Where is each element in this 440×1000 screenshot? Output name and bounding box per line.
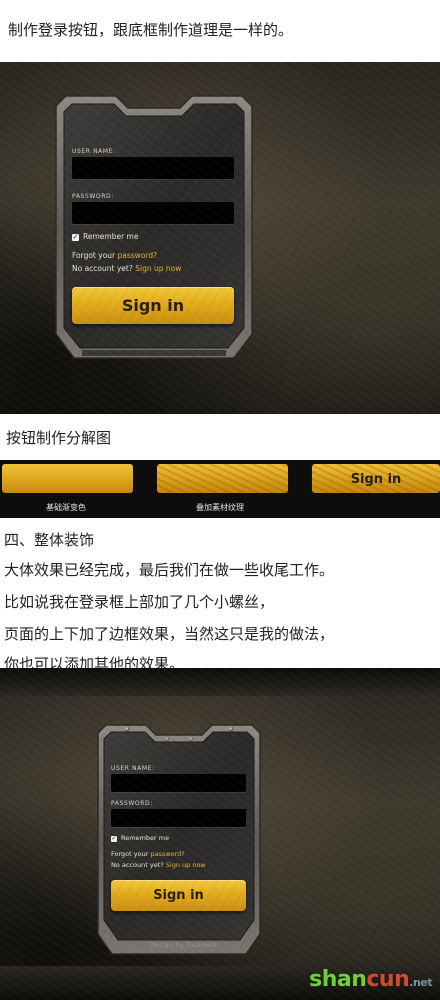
section4-line2: 比如说我在登录框上部加了几个小螺丝， xyxy=(4,593,275,611)
metal-frame-graphic xyxy=(97,724,261,955)
button-breakdown-strip: Sign in 基础渐变色 叠加素材纹理 xyxy=(0,460,440,518)
remember-checkbox[interactable]: ✓ xyxy=(72,234,79,241)
watermark-part2: cun xyxy=(366,967,410,992)
caption-gradient: 基础渐变色 xyxy=(46,503,86,512)
breakdown-title: 按钮制作分解图 xyxy=(6,429,112,447)
no-account-prefix: No account yet? xyxy=(111,861,166,869)
sign-in-button[interactable]: Sign in xyxy=(111,880,246,911)
username-input[interactable] xyxy=(111,774,246,792)
password-label: PASSWORD: xyxy=(111,800,153,807)
sign-in-button[interactable]: Sign in xyxy=(72,287,234,324)
forgot-prefix: Forgot your xyxy=(72,251,118,260)
section4-line1: 大体效果已经完成，最后我们在做一些收尾工作。 xyxy=(4,561,335,579)
forgot-prefix: Forgot your xyxy=(111,850,151,858)
login-preview-2: USER NAME: PASSWORD: ✓ Remember me Forgo… xyxy=(0,668,440,1000)
forgot-line: Forgot your password? xyxy=(111,850,185,858)
gradient-button-step xyxy=(2,464,133,493)
section4-heading: 四、整体装饰 xyxy=(4,531,95,549)
forgot-line: Forgot your password? xyxy=(72,251,157,260)
login-panel-decorated: USER NAME: PASSWORD: ✓ Remember me Forgo… xyxy=(94,720,264,960)
intro-text: 制作登录按钮，跟底框制作道理是一样的。 xyxy=(8,21,294,39)
username-label: USER NAME: xyxy=(72,148,116,155)
username-label: USER NAME: xyxy=(111,765,155,772)
remember-checkbox[interactable]: ✓ xyxy=(111,836,117,842)
signup-line: No account yet? Sign up now xyxy=(72,264,181,273)
password-input[interactable] xyxy=(111,809,246,827)
password-input[interactable] xyxy=(72,202,234,224)
username-input[interactable] xyxy=(72,157,234,179)
sign-up-link[interactable]: Sign up now xyxy=(135,264,181,273)
watermark-part3: .net xyxy=(409,976,432,989)
design-credit: Design by DearSalt xyxy=(149,942,218,949)
login-panel: USER NAME: PASSWORD: ✓ Remember me Forgo… xyxy=(52,90,256,362)
login-preview-1: USER NAME: PASSWORD: ✓ Remember me Forgo… xyxy=(0,62,440,414)
remember-label: Remember me xyxy=(83,232,139,241)
final-button-step: Sign in xyxy=(312,464,440,493)
no-account-prefix: No account yet? xyxy=(72,264,136,273)
signup-line: No account yet? Sign up now xyxy=(111,861,206,869)
forgot-password-link[interactable]: password? xyxy=(118,251,158,260)
caption-texture: 叠加素材纹理 xyxy=(196,503,244,512)
password-label: PASSWORD: xyxy=(72,193,114,200)
remember-label: Remember me xyxy=(121,834,170,842)
section4-line3: 页面的上下加了边框效果，当然这只是我的做法， xyxy=(4,625,335,643)
sign-up-link[interactable]: Sign up now xyxy=(166,861,206,869)
shancun-watermark: shancun.net xyxy=(309,967,432,992)
watermark-part1: shan xyxy=(309,967,367,992)
top-border-decoration xyxy=(0,668,440,696)
forgot-password-link[interactable]: password? xyxy=(150,850,184,858)
texture-button-step xyxy=(157,464,288,493)
